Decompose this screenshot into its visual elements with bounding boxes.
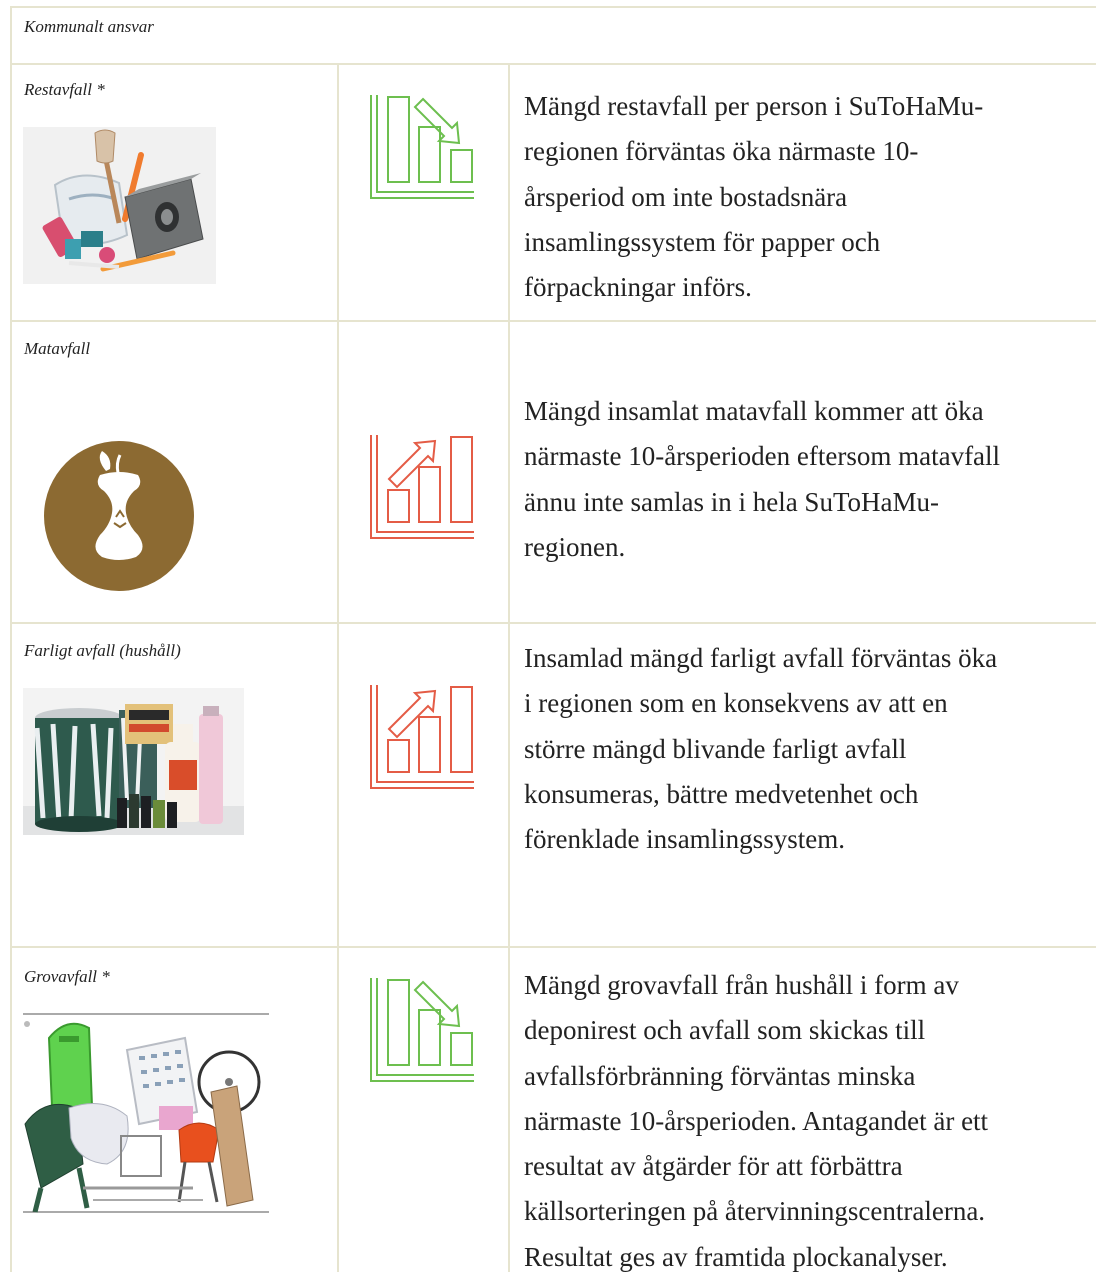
column-divider <box>508 63 510 1272</box>
trend-up-icon <box>370 435 474 539</box>
row-divider <box>10 320 1096 322</box>
row-divider <box>10 622 1096 624</box>
hazardous-waste-image <box>23 688 244 835</box>
row-divider <box>10 63 1096 65</box>
trend-up-icon <box>370 685 474 789</box>
category-label: Grovavfall * <box>24 967 110 986</box>
apple-core-icon <box>44 441 194 591</box>
row-divider <box>10 946 1096 948</box>
table-border-left <box>10 6 12 1272</box>
category-label: Farligt avfall (hushåll) <box>24 641 181 660</box>
bulky-waste-image <box>23 1012 269 1214</box>
table-border-top <box>10 6 1096 8</box>
residual-waste-image <box>23 127 216 284</box>
row-description: Mängd restavfall per person i SuToHaMu- … <box>524 91 984 303</box>
trend-down-icon <box>370 95 474 199</box>
category-label: Restavfall * <box>24 80 105 99</box>
category-label: Matavfall <box>24 339 91 358</box>
table-header-title: Kommunalt ansvar <box>24 17 154 36</box>
trend-down-icon <box>370 978 474 1082</box>
row-description: Insamlad mängd farligt avfall förväntas … <box>524 643 998 855</box>
column-divider <box>337 63 339 1272</box>
row-description: Mängd grovavfall från hushåll i form av … <box>524 970 989 1272</box>
row-description: Mängd insamlat matavfall kommer att öka … <box>524 396 1001 562</box>
